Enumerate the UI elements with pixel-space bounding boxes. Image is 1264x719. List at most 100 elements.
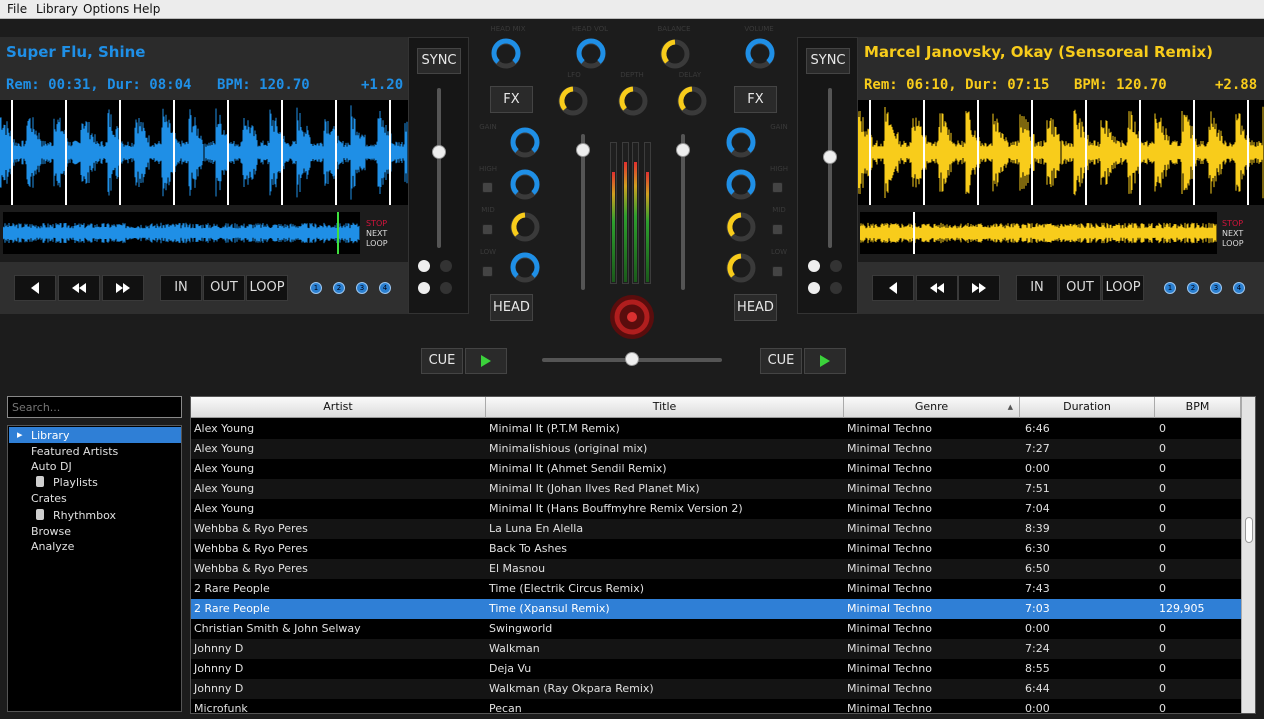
head-mix-knob[interactable] (490, 38, 522, 70)
deck1-hotcue-4[interactable]: 4 (379, 282, 391, 294)
search-input[interactable] (7, 396, 182, 418)
deck2-stop-label[interactable]: STOP (1222, 219, 1243, 228)
deck1-keylock-toggle[interactable] (418, 260, 430, 272)
ch1-high-kill[interactable] (482, 182, 493, 193)
sidebar-item-library[interactable]: Library (31, 429, 69, 442)
table-row[interactable]: Alex Young Minimal It (Johan Ilves Red Pl… (191, 479, 1241, 499)
deck1-headphone-button[interactable]: HEAD (490, 294, 533, 321)
menu-library[interactable]: Library (36, 2, 78, 16)
deck1-play-reverse-button[interactable] (14, 275, 56, 301)
deck2-sync-button[interactable]: SYNC (806, 48, 850, 74)
deck1-next-label[interactable]: NEXT (366, 229, 387, 238)
deck1-waveform[interactable] (0, 100, 408, 205)
deck2-play-reverse-button[interactable] (872, 275, 914, 301)
ch1-volume-fader[interactable] (576, 142, 590, 157)
deck1-eject-toggle[interactable] (440, 282, 452, 294)
table-row[interactable]: Johnny D Walkman Minimal Techno 7:24 0 (191, 639, 1241, 659)
ch1-mid-kill[interactable] (482, 224, 493, 235)
head-volume-knob[interactable] (575, 38, 607, 70)
deck1-hotcue-1[interactable]: 1 (310, 282, 322, 294)
deck2-loop-out-button[interactable]: OUT (1059, 275, 1101, 301)
deck2-loop-button[interactable]: LOOP (1102, 275, 1144, 301)
deck1-play-button[interactable] (465, 348, 507, 374)
ch2-volume-fader[interactable] (676, 142, 690, 157)
depth-knob[interactable] (617, 85, 649, 117)
deck1-fastforward-button[interactable] (102, 275, 144, 301)
table-row[interactable]: Wehbba & Ryo Peres El Masnou Minimal Techn… (191, 559, 1241, 579)
sidebar-item-playlists[interactable]: Playlists (53, 476, 98, 489)
column-header-bpm[interactable]: BPM (1155, 397, 1241, 418)
master-volume-knob[interactable] (744, 38, 776, 70)
deck1-loop-label[interactable]: LOOP (366, 239, 388, 248)
crossfader[interactable] (625, 352, 639, 366)
deck1-fx-button[interactable]: FX (490, 86, 533, 113)
deck2-rewind-button[interactable] (916, 275, 958, 301)
deck2-fastforward-button[interactable] (958, 275, 1000, 301)
deck2-play-button[interactable] (804, 348, 846, 374)
table-row[interactable]: Microfunk Pecan Minimal Techno 0:00 0 (191, 699, 1241, 713)
table-row-selected[interactable]: 2 Rare People Time (Xpansul Remix) Minimal… (191, 599, 1241, 619)
ch1-low-kill[interactable] (482, 266, 493, 277)
menu-file[interactable]: File (7, 2, 27, 16)
deck2-eject-toggle[interactable] (830, 282, 842, 294)
lfo-knob[interactable] (557, 85, 589, 117)
deck1-hotcue-2[interactable]: 2 (333, 282, 345, 294)
deck2-overview[interactable] (860, 212, 1217, 254)
column-header-artist[interactable]: Artist (191, 397, 486, 418)
sidebar-item-auto-dj[interactable]: Auto DJ (31, 460, 72, 473)
ch1-high-knob[interactable] (509, 169, 541, 201)
table-row[interactable]: Alex Young Minimal It (P.T.M Remix) Minima… (191, 419, 1241, 439)
table-row[interactable]: 2 Rare People Time (Electrik Circus Remix… (191, 579, 1241, 599)
column-header-duration[interactable]: Duration (1020, 397, 1155, 418)
deck2-headphone-button[interactable]: HEAD (734, 294, 777, 321)
deck1-repeat-toggle[interactable] (418, 282, 430, 294)
table-row[interactable]: Alex Young Minimalishious (original mix) M… (191, 439, 1241, 459)
deck2-hotcue-1[interactable]: 1 (1164, 282, 1176, 294)
deck1-overview[interactable] (3, 212, 360, 254)
ch1-mid-knob[interactable] (509, 211, 541, 243)
deck2-cue-button[interactable]: CUE (760, 348, 802, 374)
deck2-pitch-slider[interactable] (823, 149, 837, 164)
deck2-fx-button[interactable]: FX (734, 86, 777, 113)
deck2-hotcue-2[interactable]: 2 (1187, 282, 1199, 294)
sidebar-item-rhythmbox[interactable]: Rhythmbox (53, 509, 116, 522)
deck2-repeat-toggle[interactable] (808, 282, 820, 294)
deck2-loop-label[interactable]: LOOP (1222, 239, 1244, 248)
table-row[interactable]: Johnny D Walkman (Ray Okpara Remix) Minima… (191, 679, 1241, 699)
deck1-pitch-slider[interactable] (432, 145, 446, 159)
deck1-hotcue-3[interactable]: 3 (356, 282, 368, 294)
ch2-high-knob[interactable] (725, 169, 757, 201)
sidebar-item-featured-artists[interactable]: Featured Artists (31, 445, 118, 458)
scrollbar-thumb[interactable] (1245, 517, 1253, 543)
deck1-loop-in-button[interactable]: IN (160, 275, 202, 301)
deck2-next-label[interactable]: NEXT (1222, 229, 1243, 238)
deck1-vinyl-toggle[interactable] (440, 260, 452, 272)
table-row[interactable]: Alex Young Minimal It (Ahmet Sendil Remix… (191, 459, 1241, 479)
sidebar-expand-arrow[interactable]: ▸ (17, 428, 23, 441)
deck1-loop-button[interactable]: LOOP (246, 275, 288, 301)
sidebar-item-crates[interactable]: Crates (31, 492, 67, 505)
table-row[interactable]: Wehbba & Ryo Peres Back To Ashes Minimal T… (191, 539, 1241, 559)
column-header-title[interactable]: Title (486, 397, 844, 418)
deck2-hotcue-4[interactable]: 4 (1233, 282, 1245, 294)
menu-options[interactable]: Options (83, 2, 129, 16)
ch1-low-knob[interactable] (509, 252, 541, 284)
deck1-rewind-button[interactable] (58, 275, 100, 301)
delay-knob[interactable] (676, 85, 708, 117)
table-row[interactable]: Alex Young Minimal It (Hans Bouffmyhre Re… (191, 499, 1241, 519)
ch2-high-kill[interactable] (772, 182, 783, 193)
deck2-vinyl-toggle[interactable] (830, 260, 842, 272)
ch2-mid-knob[interactable] (725, 211, 757, 243)
menu-help[interactable]: Help (133, 2, 160, 16)
deck2-hotcue-3[interactable]: 3 (1210, 282, 1222, 294)
balance-knob[interactable] (659, 38, 691, 70)
table-row[interactable]: Johnny D Deja Vu Minimal Techno 8:55 0 (191, 659, 1241, 679)
deck1-sync-button[interactable]: SYNC (417, 48, 461, 74)
table-row[interactable]: Wehbba & Ryo Peres La Luna En Alella Minim… (191, 519, 1241, 539)
column-header-genre[interactable]: Genre ▲ (844, 397, 1020, 418)
ch2-gain-knob[interactable] (725, 127, 757, 159)
ch2-low-knob[interactable] (725, 252, 757, 284)
deck1-loop-out-button[interactable]: OUT (203, 275, 245, 301)
deck1-cue-button[interactable]: CUE (421, 348, 463, 374)
deck2-waveform[interactable] (858, 100, 1264, 205)
